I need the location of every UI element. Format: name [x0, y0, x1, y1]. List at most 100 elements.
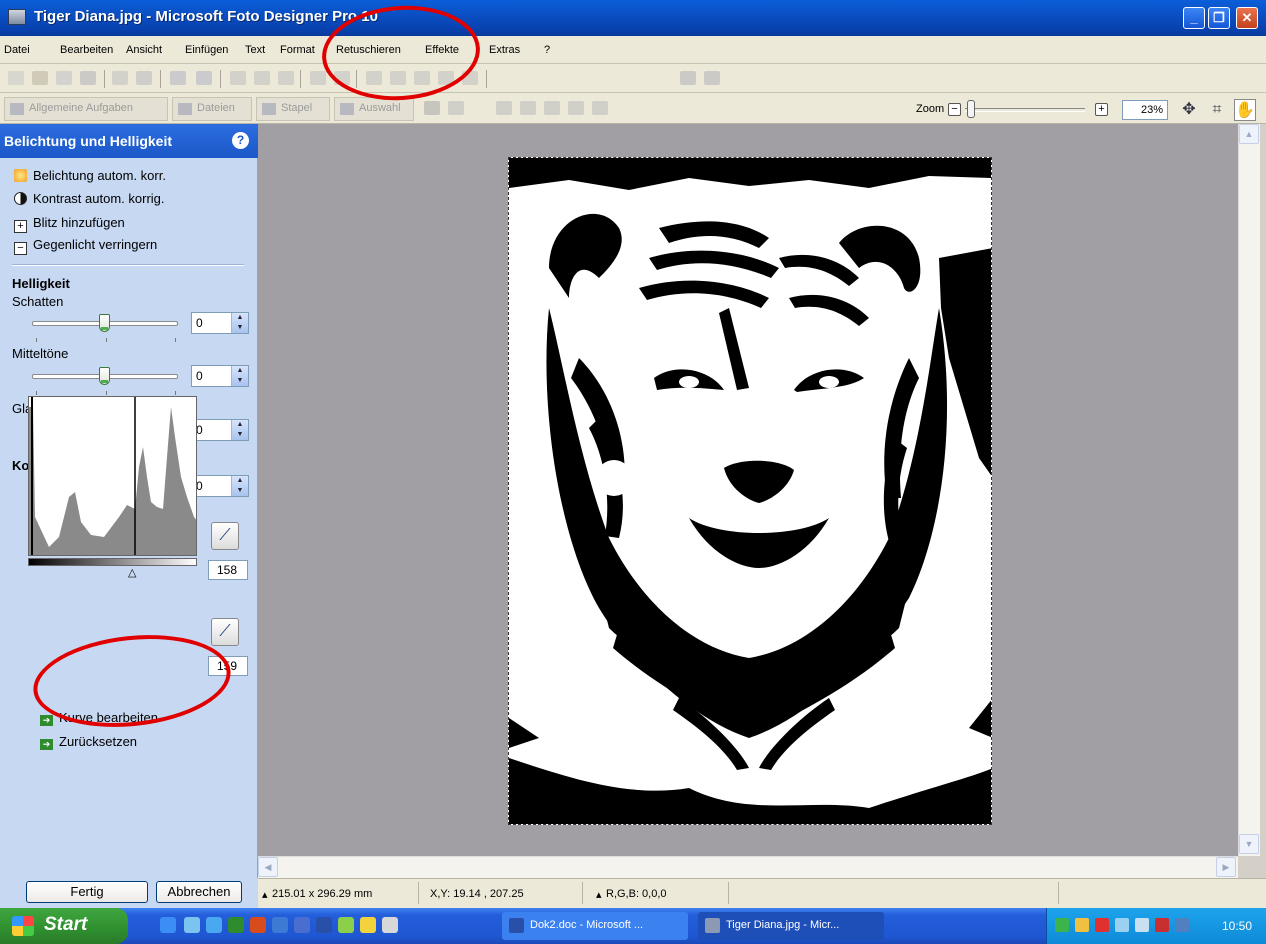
tray-shield-icon[interactable] [1155, 918, 1169, 932]
paste-icon[interactable] [278, 71, 294, 85]
quicklaunch-browser-icon[interactable] [206, 917, 222, 933]
gallery-icon[interactable] [680, 71, 696, 85]
quicklaunch-excel-icon[interactable] [228, 917, 244, 933]
taskbar-item-label: Tiger Diana.jpg - Micr... [726, 919, 840, 931]
text-icon[interactable] [310, 71, 326, 85]
menu-einfuegen[interactable]: Einfügen [185, 44, 228, 56]
white-point-eyedropper-icon[interactable]: ⟋ [211, 618, 239, 646]
quicklaunch-paint-icon[interactable] [338, 917, 354, 933]
cancel-button[interactable]: Abbrechen [156, 881, 242, 903]
spinner-arrows-icon[interactable]: ▲ ▼ [231, 313, 248, 333]
reset-link[interactable]: ➔ Zurücksetzen [40, 734, 137, 750]
quicklaunch-project-icon[interactable] [272, 917, 288, 933]
pan-icon[interactable]: ✥ [1178, 99, 1200, 121]
menu-datei[interactable]: Datei [4, 44, 30, 56]
tab-selection[interactable]: Auswahl [334, 97, 414, 121]
magic-wand-icon[interactable] [568, 101, 584, 115]
horizontal-scrollbar[interactable]: ◀ ▶ [258, 856, 1238, 878]
black-point-eyedropper-icon[interactable]: ⟋ [211, 522, 239, 550]
freeform-select-icon[interactable] [520, 101, 536, 115]
new-icon[interactable] [8, 71, 24, 85]
spinner-arrows-icon[interactable]: ▲ ▼ [231, 476, 248, 496]
auto-contrast-link[interactable]: Kontrast autom. korrig. [14, 191, 165, 206]
tiger-photo[interactable] [508, 157, 992, 825]
cut-icon[interactable] [230, 71, 246, 85]
minimize-button[interactable]: _ [1183, 7, 1205, 29]
triangle-marker-icon[interactable]: △ [128, 566, 136, 579]
toolbar-separator [486, 70, 487, 88]
contrast-spinner[interactable]: 0 ▲ ▼ [191, 475, 249, 497]
lasso-icon[interactable] [496, 101, 512, 115]
menu-text[interactable]: Text [245, 44, 265, 56]
email-icon[interactable] [112, 71, 128, 85]
scroll-right-icon[interactable]: ▶ [1216, 857, 1236, 877]
histogram[interactable] [28, 396, 197, 556]
files-icon [178, 103, 192, 115]
tab-batch[interactable]: Stapel [256, 97, 330, 121]
quicklaunch-word-icon[interactable] [316, 917, 332, 933]
shadows-spinner[interactable]: 0 ▲ ▼ [191, 312, 249, 334]
highlights-spinner[interactable]: 0 ▲ ▼ [191, 419, 249, 441]
quicklaunch-hand-icon[interactable] [360, 917, 376, 933]
open-icon[interactable] [32, 71, 48, 85]
paint-brush-icon[interactable] [592, 101, 608, 115]
fit-to-window-icon[interactable]: ⌗ [1206, 99, 1228, 121]
reduce-backlight-link[interactable]: − Gegenlicht verringern [14, 237, 157, 255]
save-icon[interactable] [80, 71, 96, 85]
start-button[interactable]: win Start [0, 908, 128, 944]
scan-icon[interactable] [56, 71, 72, 85]
app-icon[interactable] [8, 9, 26, 25]
tray-network-icon[interactable] [1055, 918, 1069, 932]
add-flash-link[interactable]: + Blitz hinzufügen [14, 215, 125, 233]
copy-icon[interactable] [254, 71, 270, 85]
print-icon[interactable] [136, 71, 152, 85]
done-button[interactable]: Fertig [26, 881, 148, 903]
redo-icon[interactable] [196, 71, 212, 85]
help-icon[interactable]: ? [232, 132, 249, 149]
zoom-out-button[interactable]: − [948, 103, 961, 116]
tab-general-tasks[interactable]: Allgemeine Aufgaben [4, 97, 168, 121]
hand-tool-icon[interactable]: ✋ [1234, 99, 1256, 121]
close-button[interactable]: ✕ [1236, 7, 1258, 29]
menu-bearbeiten[interactable]: Bearbeiten [60, 44, 113, 56]
zoom-slider-thumb[interactable] [967, 100, 975, 118]
menu-help[interactable]: ? [544, 44, 550, 56]
tray-bluetooth-icon[interactable] [1115, 918, 1129, 932]
zoom-slider-track[interactable] [965, 108, 1085, 112]
auto-exposure-link[interactable]: Belichtung autom. korr. [14, 168, 166, 183]
menu-format[interactable]: Format [280, 44, 315, 56]
tray-security-icon[interactable] [1075, 918, 1089, 932]
tray-volume-icon[interactable] [1175, 918, 1189, 932]
zoom-percent-field[interactable]: 23% [1122, 100, 1168, 120]
quicklaunch-hourglass-icon[interactable] [184, 917, 200, 933]
black-point-value[interactable]: 158 [208, 560, 248, 580]
tray-connection-icon[interactable] [1135, 918, 1149, 932]
quicklaunch-feather-icon[interactable] [382, 917, 398, 933]
scroll-up-icon[interactable]: ▲ [1239, 124, 1259, 144]
spinner-arrows-icon[interactable]: ▲ ▼ [231, 420, 248, 440]
scroll-left-icon[interactable]: ◀ [258, 857, 278, 877]
menu-ansicht[interactable]: Ansicht [126, 44, 162, 56]
pointer-icon[interactable] [424, 101, 440, 115]
undo-icon[interactable] [170, 71, 186, 85]
restore-button[interactable]: ❐ [1208, 7, 1230, 29]
tray-antivirus-icon[interactable] [1095, 918, 1109, 932]
shadows-slider-thumb[interactable] [99, 314, 110, 332]
menu-extras[interactable]: Extras [489, 44, 520, 56]
tab-files[interactable]: Dateien [172, 97, 252, 121]
brush-icon[interactable] [704, 71, 720, 85]
tiger-image [509, 158, 991, 824]
taskbar-item-foto-designer[interactable]: Tiger Diana.jpg - Micr... [698, 912, 884, 940]
quicklaunch-ie-icon[interactable] [160, 917, 176, 933]
vertical-scrollbar[interactable]: ▲ ▼ [1238, 124, 1260, 856]
midtones-slider-thumb[interactable] [99, 367, 110, 385]
zoom-in-button[interactable]: + [1095, 103, 1108, 116]
scroll-down-icon[interactable]: ▼ [1239, 834, 1259, 854]
quicklaunch-powerpoint-icon[interactable] [250, 917, 266, 933]
magnifier-select-icon[interactable] [544, 101, 560, 115]
quicklaunch-publisher-icon[interactable] [294, 917, 310, 933]
hand-icon[interactable] [448, 101, 464, 115]
spinner-arrows-icon[interactable]: ▲ ▼ [231, 366, 248, 386]
taskbar-item-word[interactable]: Dok2.doc - Microsoft ... [502, 912, 688, 940]
midtones-spinner[interactable]: 0 ▲ ▼ [191, 365, 249, 387]
